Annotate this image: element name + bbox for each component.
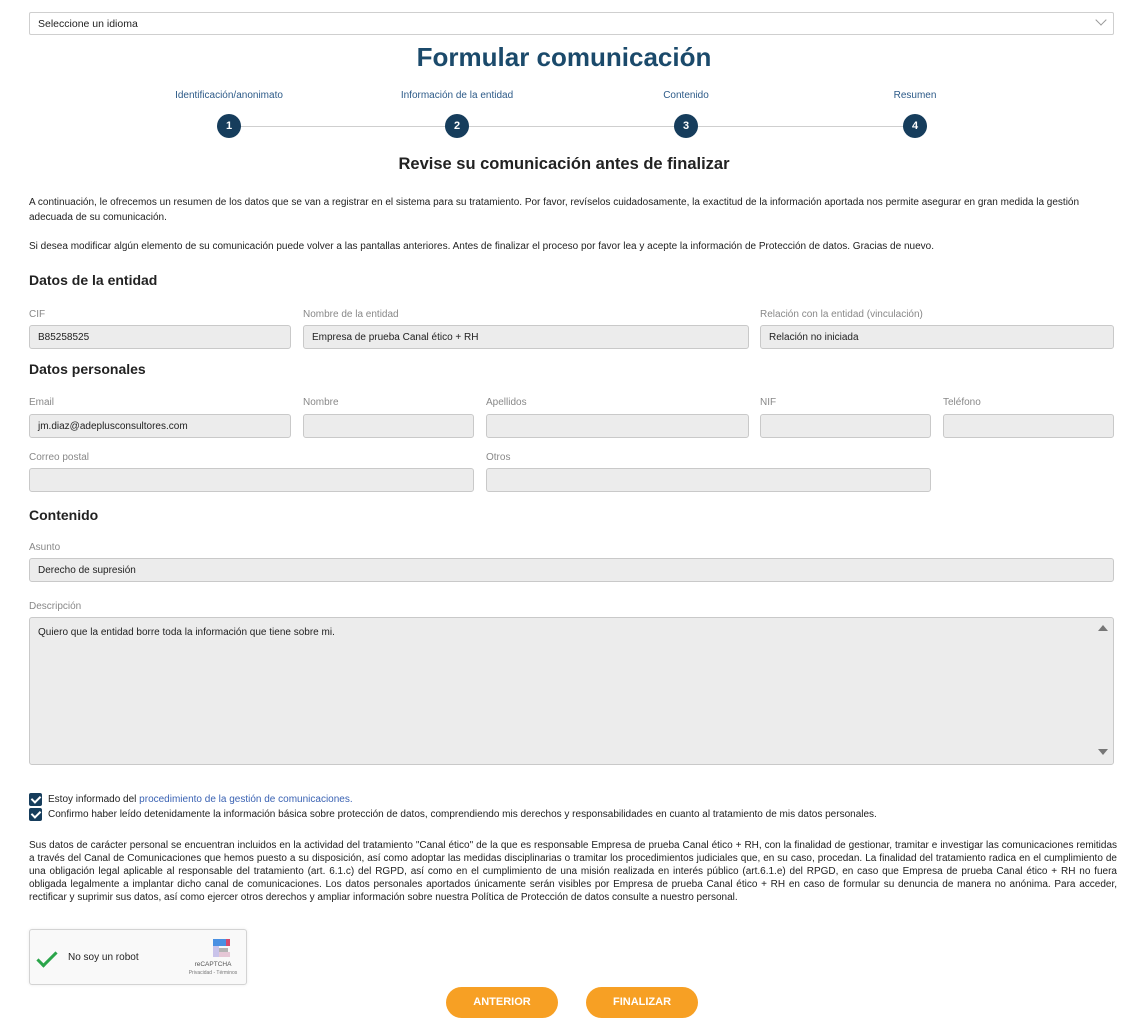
scroll-down-arrow-icon[interactable] (1098, 749, 1108, 755)
apellidos-label: Apellidos (486, 397, 527, 408)
confirm-text: Confirmo haber leído detenidamente la in… (48, 809, 877, 820)
correo-postal-field[interactable] (29, 468, 474, 492)
relation-field[interactable]: Relación no iniciada (760, 325, 1114, 349)
stepper: Identificación/anonimato 1 Información d… (0, 90, 1128, 140)
nif-field[interactable] (760, 414, 931, 438)
section-title-entity: Datos de la entidad (29, 272, 158, 288)
step-label: Identificación/anonimato (175, 90, 283, 101)
informed-checkbox[interactable] (29, 793, 42, 806)
step-number: 1 (217, 114, 241, 138)
telefono-field[interactable] (943, 414, 1114, 438)
previous-button[interactable]: ANTERIOR (446, 987, 558, 1018)
step-2: Información de la entidad 2 (357, 90, 557, 138)
confirm-checkbox[interactable] (29, 808, 42, 821)
step-number: 2 (445, 114, 469, 138)
email-label: Email (29, 397, 55, 408)
finish-button[interactable]: FINALIZAR (586, 987, 698, 1018)
entity-name-field[interactable]: Empresa de prueba Canal ético + RH (303, 325, 749, 349)
email-field[interactable]: jm.diaz@adeplusconsultores.com (29, 414, 291, 438)
section-title-content: Contenido (29, 507, 99, 523)
asunto-label: Asunto (29, 542, 61, 553)
telefono-label: Teléfono (943, 397, 981, 408)
asunto-field[interactable]: Derecho de supresión (29, 558, 1114, 582)
descripcion-label: Descripción (29, 601, 82, 612)
step-3: Contenido 3 (586, 90, 786, 138)
otros-label: Otros (486, 452, 511, 463)
cif-label: CIF (29, 309, 46, 320)
relation-label: Relación con la entidad (vinculación) (760, 309, 923, 320)
nif-label: NIF (760, 397, 777, 408)
language-select[interactable]: Seleccione un idioma (29, 12, 1114, 35)
review-heading: Revise su comunicación antes de finaliza… (398, 155, 730, 173)
chevron-down-icon (1095, 14, 1107, 26)
recaptcha-brand: reCAPTCHA (194, 961, 232, 968)
language-select-value: Seleccione un idioma (38, 18, 138, 30)
step-label: Resumen (893, 90, 937, 101)
scroll-up-arrow-icon[interactable] (1098, 625, 1108, 631)
recaptcha-label: No soy un robot (68, 952, 139, 963)
otros-field[interactable] (486, 468, 931, 492)
procedure-link[interactable]: procedimiento de la gestión de comunicac… (139, 794, 352, 805)
step-label: Información de la entidad (400, 90, 514, 101)
stepper-line (229, 126, 915, 127)
recaptcha-widget[interactable]: No soy un robot reCAPTCHA Privacidad - T… (29, 929, 247, 985)
informed-text: Estoy informado del procedimiento de la … (48, 793, 353, 806)
step-number: 3 (674, 114, 698, 138)
informed-prefix: Estoy informado del (48, 794, 140, 805)
recaptcha-terms-link[interactable]: Privacidad - Términos (180, 970, 246, 976)
intro-paragraph: A continuación, le ofrecemos un resumen … (29, 197, 1080, 223)
section-title-personal: Datos personales (29, 361, 146, 377)
privacy-text: Sus datos de carácter personal se encuen… (29, 840, 1117, 903)
step-label: Contenido (663, 90, 709, 101)
step-number: 4 (903, 114, 927, 138)
apellidos-field[interactable] (486, 414, 749, 438)
step-1: Identificación/anonimato 1 (129, 90, 329, 138)
descripcion-textarea[interactable]: Quiero que la entidad borre toda la info… (29, 617, 1114, 765)
descripcion-text: Quiero que la entidad borre toda la info… (38, 627, 335, 638)
recaptcha-logo-icon (213, 939, 230, 957)
correo-postal-label: Correo postal (29, 452, 90, 463)
cif-field[interactable]: B85258525 (29, 325, 291, 349)
check-mark-icon (36, 946, 58, 968)
page-title: Formular comunicación (416, 42, 712, 72)
intro-paragraph: Si desea modificar algún elemento de su … (29, 241, 934, 252)
nombre-field[interactable] (303, 414, 474, 438)
entity-name-label: Nombre de la entidad (303, 309, 399, 320)
step-4: Resumen 4 (815, 90, 1015, 138)
nombre-label: Nombre (303, 397, 339, 408)
